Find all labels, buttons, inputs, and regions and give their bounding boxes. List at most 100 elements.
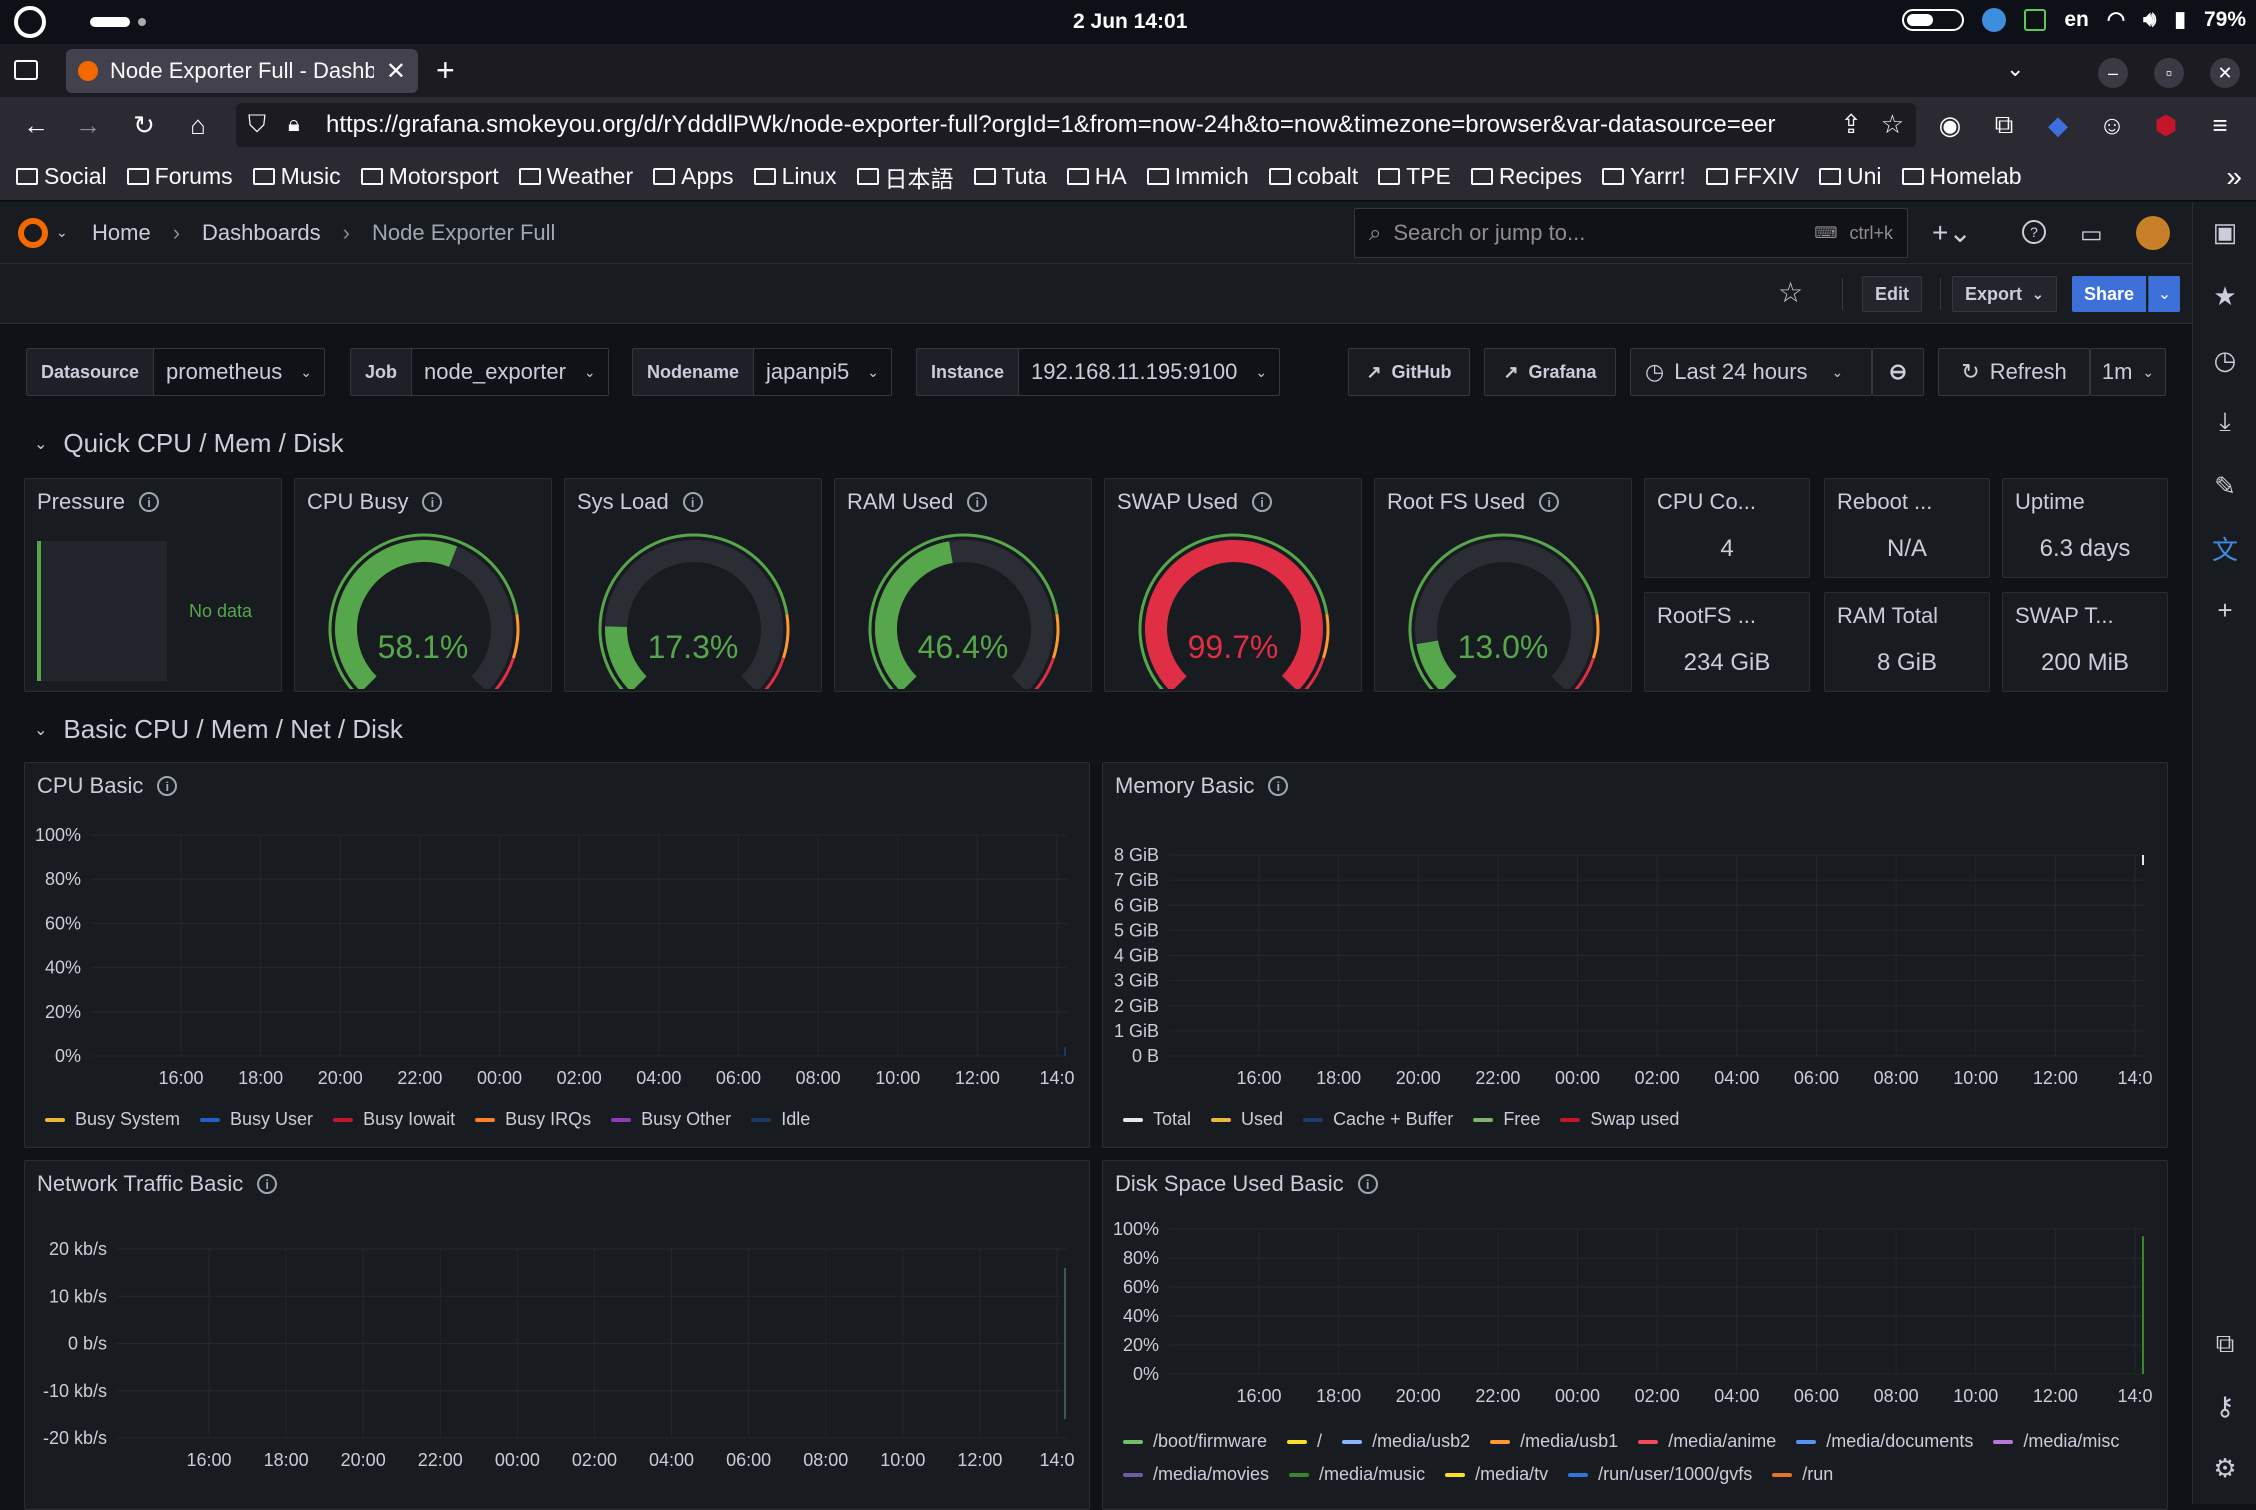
disk-basic-chart[interactable]: 100% 80% 60% 40% 20% 0% 16:00 18:00 20:00 22:00 00… [1103,1211,2167,1421]
menu-toggle-icon[interactable]: ⌄ [56,224,68,241]
sidebar-add-icon[interactable]: + [2209,594,2241,626]
tab-overview-icon[interactable] [14,60,38,80]
close-tab-icon[interactable]: ✕ [386,57,406,86]
tab-list-icon[interactable]: ⌄ [2006,56,2024,82]
battery-icon[interactable]: ▮ [2174,7,2186,32]
shield-icon[interactable]: ⛉ [248,111,266,139]
clock[interactable]: 2 Jun 14:01 [1073,10,1187,34]
star-dashboard-icon[interactable]: ☆ [1778,276,1803,309]
bookmark-item[interactable]: Linux [753,163,837,190]
bookmark-item[interactable]: Social [16,163,107,190]
share-button[interactable]: Share [2072,276,2147,312]
bookmark-item[interactable]: Yarrr! [1602,163,1686,190]
legend-item[interactable]: /run/user/1000/gvfs [1568,1464,1752,1485]
toggle-icon[interactable] [1902,8,1965,31]
sidebar-briefcase-icon[interactable]: ▣ [2209,216,2241,248]
row-quick-header[interactable]: ⌄ Quick CPU / Mem / Disk [34,428,344,459]
grafana-logo-icon[interactable] [18,218,48,248]
extension-cat-icon[interactable]: ☺ [2096,109,2128,141]
legend-item[interactable]: Used [1211,1109,1283,1130]
legend-item[interactable]: Busy Iowait [333,1109,455,1130]
legend-item[interactable]: /boot/firmware [1123,1431,1267,1452]
share-dropdown-icon[interactable]: ⌄ [2148,276,2180,312]
legend-item[interactable]: /media/usb1 [1490,1431,1618,1452]
legend-item[interactable]: Busy User [200,1109,313,1130]
zoom-out-button[interactable]: ⊖ [1872,348,1924,396]
legend-item[interactable]: /media/misc [1993,1431,2119,1452]
news-icon[interactable]: ▭ [2080,220,2103,249]
ublock-icon[interactable]: ⬢ [2150,109,2182,141]
bookmark-item[interactable]: Weather [518,163,633,190]
var-instance[interactable]: Instance 192.168.11.195:9100 ⌄ [916,348,1281,396]
legend-item[interactable]: Cache + Buffer [1303,1109,1453,1130]
github-link-button[interactable]: ↗ GitHub [1348,348,1470,396]
refresh-button[interactable]: ↻ Refresh [1938,348,2090,396]
legend-item[interactable]: Busy System [45,1109,180,1130]
bookmark-item[interactable]: Motorsport [360,163,499,190]
avatar[interactable] [2136,216,2170,250]
info-icon[interactable]: i [1268,776,1289,796]
info-icon[interactable]: i [139,492,160,512]
legend-item[interactable]: /media/movies [1123,1464,1269,1485]
url-bar[interactable]: ⛉ 🔒︎ https://grafana.smokeyou.org/d/rYdd… [236,103,1916,147]
activities-icon[interactable] [14,6,46,38]
bookmark-item[interactable]: Recipes [1470,163,1582,190]
workspace-indicator[interactable] [90,17,130,27]
help-icon[interactable]: ? [2022,220,2046,244]
bookmark-item[interactable]: FFXIV [1705,163,1799,190]
reload-icon[interactable]: ↻ [128,109,160,141]
time-range-picker[interactable]: ◷ Last 24 hours ⌄ [1630,348,1872,396]
lock-icon[interactable]: 🔒︎ [288,111,300,137]
legend-item[interactable]: Busy IRQs [475,1109,591,1130]
search-input[interactable]: ⌕ Search or jump to... ⌨ ctrl+k [1354,208,1908,258]
tab-node-exporter[interactable]: Node Exporter Full - Dashb ✕ [66,49,418,93]
legend-item[interactable]: /media/music [1289,1464,1425,1485]
sidebar-history-icon[interactable]: ◷ [2209,344,2241,376]
menu-icon[interactable]: ≡ [2204,109,2236,141]
legend-item[interactable]: Idle [751,1109,810,1130]
close-window-icon[interactable]: ✕ [2210,58,2240,88]
var-value-select[interactable]: node_exporter ⌄ [412,349,608,395]
network-basic-chart[interactable]: 20 kb/s 10 kb/s 0 b/s -10 kb/s -20 kb/s 16:00… [25,1211,1089,1501]
sidebar-bookmarks-icon[interactable]: ★ [2209,280,2241,312]
sidebar-edit-icon[interactable]: ✎ [2209,470,2241,502]
breadcrumb-home[interactable]: Home [92,220,151,246]
legend-item[interactable]: Swap used [1560,1109,1679,1130]
legend-item[interactable]: /media/tv [1445,1464,1548,1485]
legend-item[interactable]: Busy Other [611,1109,731,1130]
language-indicator[interactable]: en [2064,8,2089,32]
bookmark-item[interactable]: 日本語 [856,160,954,194]
breadcrumb-dashboards[interactable]: Dashboards [202,220,321,246]
sidebar-translate-icon[interactable]: 文 [2209,532,2241,565]
var-job[interactable]: Job node_exporter ⌄ [350,348,609,396]
bookmark-item[interactable]: Music [252,163,341,190]
bookmark-star-icon[interactable]: ☆ [1881,109,1904,140]
extension-shield-icon[interactable]: ◆ [2042,109,2074,141]
forward-icon[interactable]: → [72,109,104,141]
wifi-icon[interactable]: ◠ [2107,7,2125,32]
bookmark-item[interactable]: Immich [1146,163,1249,190]
bookmark-item[interactable]: Homelab [1901,163,2022,190]
grid-app-icon[interactable] [2024,8,2047,31]
bookmark-item[interactable]: HA [1066,163,1127,190]
legend-item[interactable]: /media/anime [1638,1431,1776,1452]
url-text[interactable]: https://grafana.smokeyou.org/d/rYdddlPWk… [326,111,1826,139]
bookmark-item[interactable]: Uni [1818,163,1882,190]
cpu-basic-chart[interactable]: 100% 80% 60% 40% 20% 0% 16:00 18:00 20:00 22:00 00… [25,813,1089,1123]
new-tab-icon[interactable]: + [436,52,455,89]
bookmark-item[interactable]: cobalt [1268,163,1358,190]
var-value-select[interactable]: japanpi5 ⌄ [754,349,891,395]
bookmark-item[interactable]: Tuta [973,163,1047,190]
bookmark-item[interactable]: Apps [653,163,734,190]
var-datasource[interactable]: Datasource prometheus ⌄ [26,348,325,396]
more-bookmarks-icon[interactable]: » [2226,161,2242,193]
vpn-icon[interactable] [1982,7,2007,32]
minimize-icon[interactable]: – [2098,58,2128,88]
extensions-icon[interactable]: ⧉ [1988,109,2020,141]
info-icon[interactable]: i [257,1174,278,1194]
legend-item[interactable]: /media/usb2 [1342,1431,1470,1452]
back-icon[interactable]: ← [20,109,52,141]
legend-item[interactable]: Free [1473,1109,1540,1130]
bookmark-item[interactable]: Forums [126,163,233,190]
volume-icon[interactable]: 🔊︎ [2143,8,2156,32]
